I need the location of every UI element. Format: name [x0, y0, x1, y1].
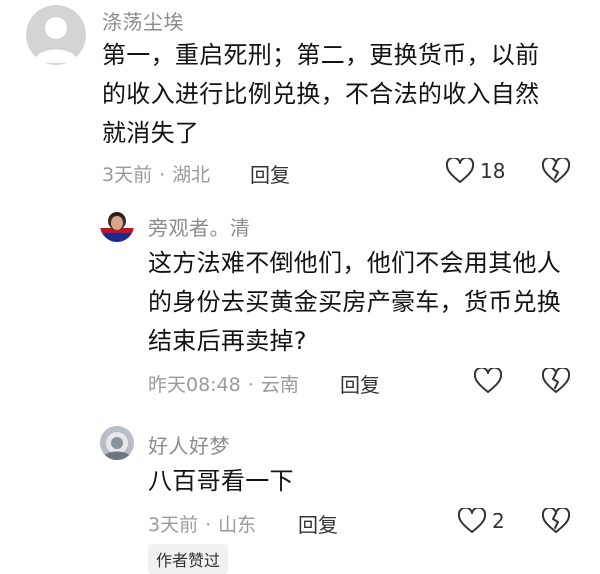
reply-button[interactable]: 回复	[250, 159, 290, 188]
username[interactable]: 旁观者。清	[148, 212, 251, 241]
comment-meta: 昨天08:48 · 云南	[148, 370, 299, 397]
comment-text: 第一，重启死刑；第二，更换货币，以前 的收入进行比例兑换，不合法的收入自然 就消…	[102, 36, 582, 153]
like-button[interactable]: 18	[446, 158, 505, 184]
avatar[interactable]	[100, 208, 134, 242]
comment-time: 昨天08:48	[148, 374, 241, 396]
comment-meta: 3天前 · 湖北	[102, 160, 210, 187]
comment-location: 山东	[218, 514, 257, 536]
comment-text-line: 第一，重启死刑；第二，更换货币，以前	[102, 41, 540, 69]
default-user-icon	[34, 17, 78, 63]
comment-text-line: 结束后再卖掉?	[148, 327, 307, 355]
comment-location: 湖北	[172, 164, 211, 186]
comment-text-line: 的身份去买黄金买房产豪车，货币兑换	[148, 288, 562, 316]
broken-heart-icon	[541, 506, 571, 533]
comment-text: 这方法难不倒他们，他们不会用其他人 的身份去买黄金买房产豪车，货币兑换 结束后再…	[148, 244, 588, 361]
meta-separator: ·	[205, 514, 212, 536]
comment-item: 涤荡尘埃 第一，重启死刑；第二，更换货币，以前 的收入进行比例兑换，不合法的收入…	[0, 0, 600, 195]
avatar[interactable]	[100, 426, 134, 460]
heart-outline-icon	[458, 508, 486, 533]
reply-button[interactable]: 回复	[340, 369, 380, 398]
like-count: 18	[480, 159, 506, 183]
comment-text-line: 八百哥看一下	[148, 467, 294, 495]
comment-text-line: 这方法难不倒他们，他们不会用其他人	[148, 249, 562, 277]
comment-location: 云南	[260, 374, 299, 396]
user-photo-icon	[100, 426, 134, 460]
heart-outline-icon	[446, 158, 474, 183]
dislike-button[interactable]	[541, 506, 571, 538]
broken-heart-icon	[541, 156, 571, 183]
comment-text-line: 就消失了	[102, 119, 200, 147]
reply-item: 旁观者。清 这方法难不倒他们，他们不会用其他人 的身份去买黄金买房产豪车，货币兑…	[0, 200, 600, 400]
comment-text: 八百哥看一下	[148, 462, 588, 501]
like-button[interactable]: 2	[458, 508, 505, 534]
username[interactable]: 涤荡尘埃	[102, 6, 184, 35]
comment-time: 3天前	[102, 164, 153, 186]
avatar[interactable]	[26, 5, 86, 65]
like-count: 2	[492, 509, 505, 533]
meta-separator: ·	[247, 374, 254, 396]
broken-heart-icon	[541, 366, 571, 393]
username[interactable]: 好人好梦	[148, 430, 230, 459]
author-liked-badge: 作者赞过	[148, 544, 229, 574]
comment-time: 3天前	[148, 514, 199, 536]
heart-outline-icon	[474, 368, 502, 393]
like-button[interactable]	[474, 368, 508, 394]
dislike-button[interactable]	[541, 366, 571, 398]
user-photo-icon	[100, 208, 134, 242]
comment-text-line: 的收入进行比例兑换，不合法的收入自然	[102, 80, 540, 108]
comment-meta: 3天前 · 山东	[148, 510, 256, 537]
reply-item: 好人好梦 八百哥看一下 3天前 · 山东 回复 2 作者赞过	[0, 420, 600, 574]
reply-button[interactable]: 回复	[298, 509, 338, 538]
meta-separator: ·	[159, 164, 166, 186]
dislike-button[interactable]	[541, 156, 571, 188]
